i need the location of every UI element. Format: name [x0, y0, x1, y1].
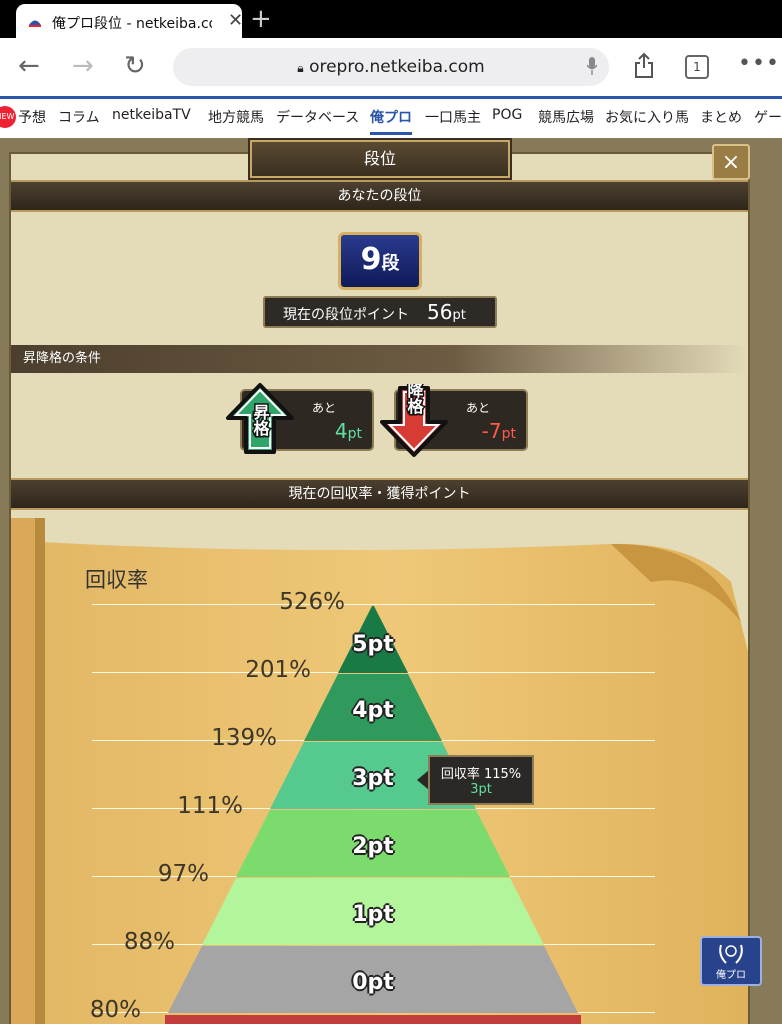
- tooltip-rate-label: 回収率: [440, 767, 480, 782]
- tooltip-points: 3pt: [470, 782, 492, 797]
- tier-points-label: 4pt: [352, 698, 394, 723]
- pyramid-tier-negative: [165, 1015, 581, 1024]
- orepro-float-button[interactable]: 俺プロ: [700, 936, 762, 986]
- tier-points-label: 5pt: [352, 632, 394, 657]
- float-button-label: 俺プロ: [716, 970, 746, 981]
- tier-points-label: 2pt: [352, 834, 394, 859]
- pyramid-svg: [165, 606, 581, 1024]
- tier-points-label: 3pt: [352, 766, 394, 791]
- tooltip-rate-line: 回収率 115%: [430, 763, 532, 782]
- tier-points-label: 0pt: [352, 970, 394, 995]
- laurel-icon: [719, 944, 743, 964]
- tier-points-label: 1pt: [352, 902, 394, 927]
- current-rate-tooltip: 回収率 115% 3pt: [428, 755, 534, 805]
- tooltip-rate-value: 115%: [483, 767, 522, 782]
